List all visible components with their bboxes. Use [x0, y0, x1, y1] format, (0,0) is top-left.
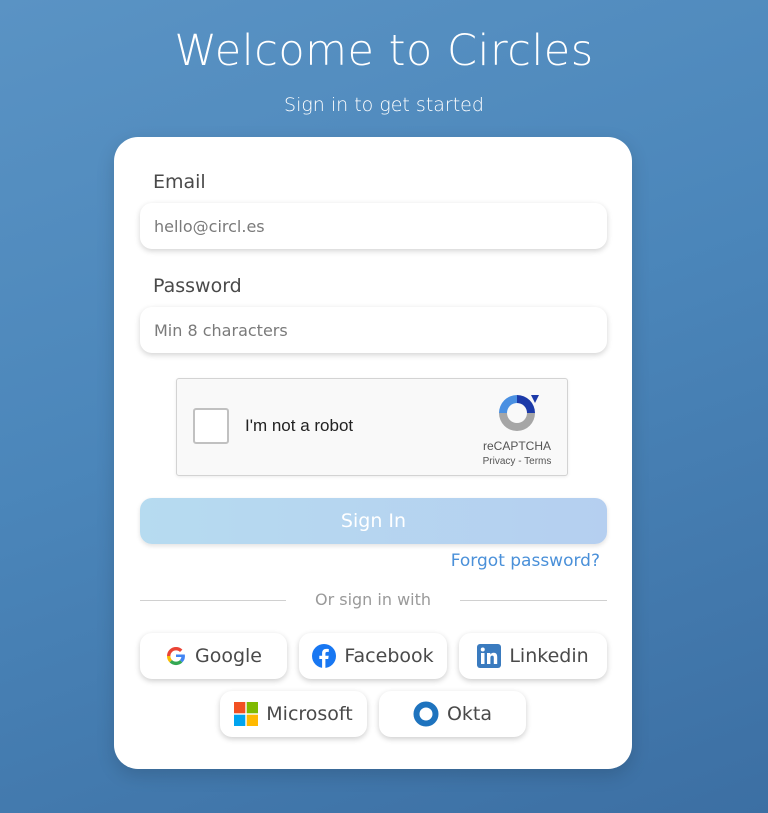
login-card: Email Password I'm not a robot reCAPTCHA… [114, 137, 632, 769]
email-label: Email [153, 171, 206, 193]
google-icon [166, 646, 185, 666]
okta-sign-in-button[interactable]: Okta [379, 691, 526, 737]
facebook-sign-in-button[interactable]: Facebook [299, 633, 447, 679]
microsoft-sign-in-button[interactable]: Microsoft [220, 691, 367, 737]
sign-in-button[interactable]: Sign In [140, 498, 607, 544]
okta-icon [413, 701, 439, 727]
recaptcha-icon [499, 395, 539, 431]
facebook-icon [312, 644, 337, 668]
page-title: Welcome to Circles [174, 26, 594, 76]
divider-right [460, 600, 607, 601]
email-input[interactable] [140, 203, 607, 249]
page-subtitle: Sign in to get started [284, 94, 484, 116]
linkedin-label: Linkedin [509, 645, 589, 667]
okta-label: Okta [446, 703, 493, 725]
google-label: Google [194, 645, 262, 667]
google-sign-in-button[interactable]: Google [140, 633, 287, 679]
linkedin-icon [477, 644, 502, 668]
password-input[interactable] [140, 307, 607, 353]
recaptcha-label: I'm not a robot [245, 416, 354, 435]
microsoft-icon [234, 702, 259, 726]
recaptcha-checkbox[interactable] [193, 408, 229, 444]
recaptcha-brand: reCAPTCHA [482, 439, 551, 453]
facebook-label: Facebook [344, 645, 434, 667]
recaptcha-links[interactable]: Privacy - Terms [467, 456, 567, 467]
microsoft-label: Microsoft [266, 703, 353, 725]
password-label: Password [153, 275, 242, 297]
linkedin-sign-in-button[interactable]: Linkedin [459, 633, 607, 679]
recaptcha-widget: I'm not a robot reCAPTCHA Privacy - Term… [176, 378, 568, 476]
forgot-password-link[interactable]: Forgot password? [451, 551, 600, 571]
